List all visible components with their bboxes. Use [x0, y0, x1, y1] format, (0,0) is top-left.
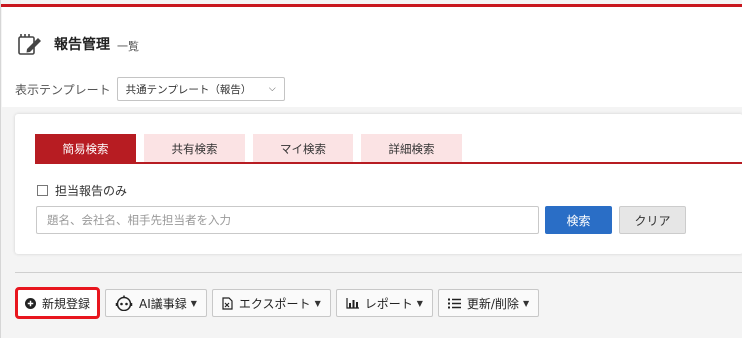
caret-down-icon: ▼: [522, 298, 530, 308]
new-register-label: 新規登録: [42, 296, 91, 311]
search-tabs: 簡易検索 共有検索 マイ検索 詳細検索: [35, 134, 470, 163]
search-panel: 簡易検索 共有検索 マイ検索 詳細検索 担当報告のみ 検索 クリア: [15, 114, 742, 254]
report-button[interactable]: レポート ▼: [335, 289, 433, 317]
export-file-icon: [222, 296, 233, 310]
tab-simple-search[interactable]: 簡易検索: [35, 134, 136, 163]
app-frame: 報告管理 一覧 表示テンプレート 共通テンプレート（報告） ⌵ 簡易検索 共有検…: [0, 0, 742, 338]
bar-chart-icon: [346, 297, 359, 309]
toolbar-divider: [15, 272, 742, 273]
new-register-button[interactable]: 新規登録: [15, 287, 101, 319]
tab-advanced-search[interactable]: 詳細検索: [361, 134, 462, 163]
search-input[interactable]: [36, 206, 539, 234]
ai-minutes-label: AI議事録: [139, 296, 187, 311]
page-title: 報告管理: [54, 37, 110, 53]
template-label: 表示テンプレート: [15, 82, 111, 97]
search-button[interactable]: 検索: [545, 206, 612, 234]
only-mine-checkbox[interactable]: [37, 184, 48, 196]
template-select[interactable]: 共通テンプレート（報告） ⌵: [116, 77, 285, 101]
export-label: エクスポート: [238, 296, 311, 311]
caret-down-icon: ▼: [190, 298, 197, 308]
tab-shared-search[interactable]: 共有検索: [144, 134, 245, 163]
only-mine-label: 担当報告のみ: [55, 183, 128, 198]
title-row: 報告管理 一覧: [16, 30, 139, 58]
tab-underline: [35, 162, 742, 164]
template-row: 表示テンプレート 共通テンプレート（報告） ⌵: [15, 77, 285, 101]
clear-button[interactable]: クリア: [619, 206, 686, 234]
update-delete-label: 更新/削除: [466, 296, 519, 311]
tab-my-search[interactable]: マイ検索: [253, 134, 353, 163]
only-mine-row: 担当報告のみ: [37, 182, 127, 198]
plus-circle-icon: [25, 297, 36, 309]
ai-minutes-button[interactable]: AI議事録 ▼: [105, 289, 207, 317]
list-icon: [447, 298, 461, 309]
action-toolbar: 新規登録 AI議事録 ▼ エクスポート ▼ レポート ▼ 更新/削除 ▼: [15, 287, 544, 319]
chevron-down-icon: ⌵: [268, 84, 276, 94]
page-subtitle: 一覧: [117, 39, 139, 53]
caret-down-icon: ▼: [314, 298, 321, 308]
report-label: レポート: [364, 296, 413, 311]
template-selected-value: 共通テンプレート（報告）: [125, 83, 252, 96]
update-delete-button[interactable]: 更新/削除 ▼: [437, 289, 540, 317]
export-button[interactable]: エクスポート ▼: [211, 289, 331, 317]
report-edit-icon: [16, 30, 44, 58]
caret-down-icon: ▼: [416, 298, 423, 308]
robot-icon: [115, 295, 133, 311]
